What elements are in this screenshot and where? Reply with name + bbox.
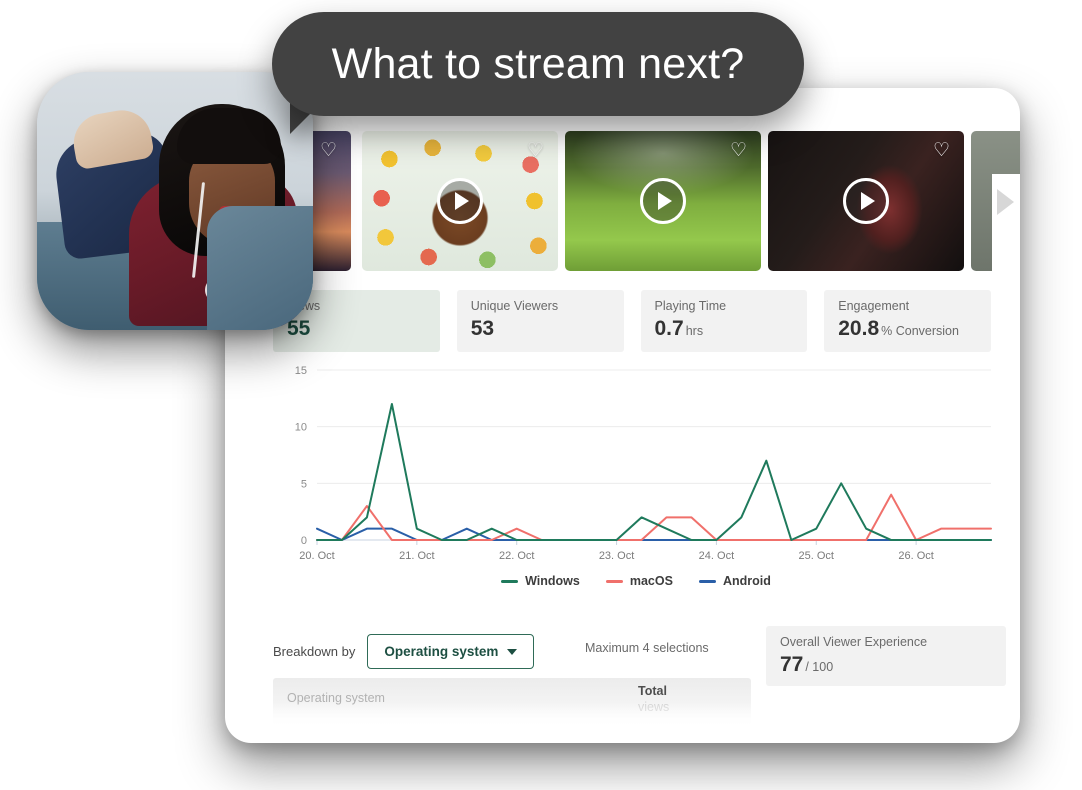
chart-svg: 0 5 10 15 20. Oct 21. Oct 22. Oct 23. Oct 24. Oc…: [295, 365, 992, 562]
video-thumbnail[interactable]: ♡: [362, 131, 558, 271]
speech-bubble-text: What to stream next?: [331, 39, 745, 88]
play-circle-icon[interactable]: [640, 178, 686, 224]
photo-couch-arm: [207, 206, 313, 330]
svg-text:23. Oct: 23. Oct: [599, 550, 634, 562]
chevron-right-icon[interactable]: [997, 189, 1014, 215]
legend-item-macos[interactable]: macOS: [605, 574, 673, 588]
legend-swatch: [501, 579, 519, 583]
video-carousel: ♡ ♡ ♡ ♡ ♡: [225, 131, 1020, 320]
chart-legend: Windows macOS Android: [273, 570, 999, 592]
photo-bangs: [177, 108, 281, 164]
viewer-experience-label: Overall Viewer Experience: [780, 635, 928, 649]
viewer-experience-out-of: / 100: [805, 660, 834, 674]
stat-label: Unique Viewers: [470, 299, 559, 313]
stat-card-engagement[interactable]: Engagement 20.8% Conversion: [824, 290, 991, 352]
svg-text:5: 5: [301, 478, 307, 490]
stat-label: Playing Time: [654, 299, 727, 313]
breakdown-table: Operating system Total views: [273, 678, 751, 728]
stat-value: 0.7 hrs: [654, 317, 704, 340]
stat-card-unique-viewers[interactable]: Unique Viewers 53: [456, 290, 624, 352]
max-selections-note: Maximum 4 selections: [585, 641, 709, 655]
play-circle-icon[interactable]: [843, 178, 889, 224]
speech-bubble: What to stream next?: [272, 12, 804, 116]
heart-outline-icon[interactable]: ♡: [730, 141, 750, 161]
legend-label: macOS: [629, 574, 673, 588]
heart-outline-icon[interactable]: ♡: [933, 141, 953, 161]
dashboard-panel: ♡ ♡ ♡ ♡ ♡ Views 55 Unique Viewers 53: [225, 88, 1020, 743]
chevron-down-icon: [507, 649, 518, 655]
stat-card-row: Views 55 Unique Viewers 53 Playing Time …: [273, 290, 991, 352]
stat-label: Engagement: [838, 299, 910, 313]
stat-unit: hrs: [685, 324, 704, 338]
stat-unit: % Conversion: [881, 324, 959, 338]
heart-outline-icon[interactable]: ♡: [320, 141, 340, 161]
svg-text:22. Oct: 22. Oct: [499, 550, 534, 562]
svg-text:10: 10: [295, 422, 307, 434]
svg-text:25. Oct: 25. Oct: [799, 550, 834, 562]
svg-text:20. Oct: 20. Oct: [299, 550, 334, 562]
svg-text:26. Oct: 26. Oct: [898, 550, 933, 562]
svg-text:21. Oct: 21. Oct: [399, 550, 434, 562]
stat-value: 20.8% Conversion: [838, 317, 959, 340]
table-header-total: Total: [638, 684, 667, 698]
svg-text:15: 15: [295, 365, 307, 377]
views-over-time-chart: 0 5 10 15 20. Oct 21. Oct 22. Oct 23. Oct 24. Oc…: [273, 360, 999, 570]
breakdown-selected-value: Operating system: [384, 643, 499, 659]
stat-card-playing-time[interactable]: Playing Time 0.7 hrs: [640, 290, 808, 352]
breakdown-dropdown[interactable]: Operating system: [367, 633, 535, 669]
viewer-experience-value: 77/ 100: [780, 653, 834, 676]
stat-value: 53: [470, 317, 495, 340]
breakdown-label: Breakdown by: [273, 643, 356, 659]
legend-item-windows[interactable]: Windows: [501, 574, 580, 588]
legend-label: Android: [722, 574, 771, 588]
legend-swatch: [698, 579, 716, 583]
heart-outline-icon[interactable]: ♡: [527, 141, 547, 161]
legend-swatch: [605, 579, 623, 583]
play-circle-icon[interactable]: [437, 178, 483, 224]
user-photo: [37, 72, 313, 330]
svg-text:0: 0: [301, 535, 307, 547]
video-thumbnail[interactable]: ♡: [565, 131, 761, 271]
svg-text:24. Oct: 24. Oct: [699, 550, 734, 562]
legend-item-android[interactable]: Android: [698, 574, 771, 588]
video-thumbnail[interactable]: ♡: [768, 131, 964, 271]
table-fade-overlay: [273, 702, 751, 728]
legend-label: Windows: [525, 574, 580, 588]
overall-viewer-experience-card: Overall Viewer Experience 77/ 100: [766, 626, 1006, 686]
